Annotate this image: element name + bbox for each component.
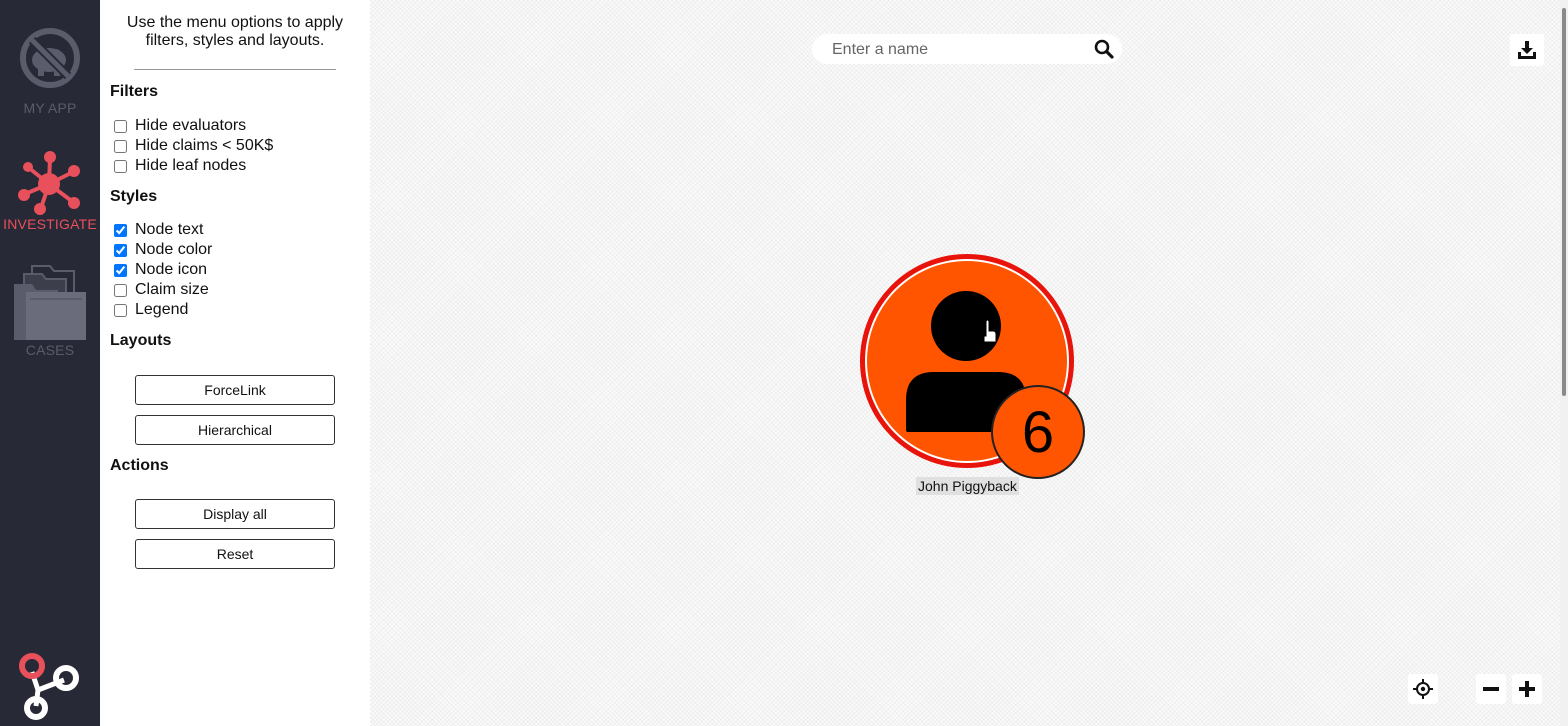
graph-node[interactable]: 6 [858,254,1088,484]
style-claim-size-checkbox[interactable] [114,283,127,297]
no-piggy-bank-icon [20,28,80,88]
filters-title: Filters [110,83,159,100]
filter-hide-claims-label: Hide claims < 50K$ [135,137,274,154]
nav-label-cases: CASES [25,342,75,358]
plus-icon [1519,681,1535,697]
filter-hide-claims-checkbox[interactable] [114,139,127,153]
style-node-color[interactable]: Node color [112,240,212,260]
options-panel: Use the menu options to apply filters, s… [100,0,370,726]
network-icon [18,151,80,215]
style-legend-label: Legend [135,301,189,318]
style-node-color-checkbox[interactable] [114,243,127,257]
style-node-color-label: Node color [135,241,213,258]
download-button[interactable] [1510,34,1544,66]
reset-button[interactable]: Reset [135,539,335,569]
graph-canvas[interactable]: 6 John Piggyback [370,0,1568,726]
style-legend[interactable]: Legend [112,300,188,320]
style-node-icon-label: Node icon [135,261,208,278]
nav-label-investigate: INVESTIGATE [3,216,97,232]
graph-logo-icon[interactable] [14,650,86,720]
nav-item-my-app[interactable]: MY APP [0,26,100,118]
style-node-text-checkbox[interactable] [114,223,127,237]
filter-hide-claims[interactable]: Hide claims < 50K$ [112,136,273,156]
style-legend-checkbox[interactable] [114,303,127,317]
style-node-text-label: Node text [135,221,204,238]
style-claim-size-label: Claim size [135,281,209,298]
locate-button[interactable] [1408,674,1438,704]
style-claim-size[interactable]: Claim size [112,280,209,300]
filter-hide-evaluators-label: Hide evaluators [135,117,247,134]
filter-hide-evaluators[interactable]: Hide evaluators [112,116,246,136]
node-badge-count: 6 [1022,400,1054,465]
display-all-button[interactable]: Display all [135,499,335,529]
scrollbar-thumb[interactable] [1562,8,1566,396]
filter-hide-leaf-nodes[interactable]: Hide leaf nodes [112,156,246,176]
panel-divider [134,69,336,70]
nav-item-cases[interactable]: CASES [0,262,100,360]
styles-title: Styles [110,188,158,205]
forcelink-layout-button[interactable]: ForceLink [135,375,335,405]
actions-title: Actions [110,457,169,474]
search-icon[interactable] [1094,39,1114,59]
app-nav-bar: MY APP INVESTIGATE CASES [0,0,100,726]
nav-item-investigate[interactable]: INVESTIGATE [0,150,100,234]
node-badge: 6 [991,385,1085,479]
hierarchical-layout-button[interactable]: Hierarchical [135,415,335,445]
layouts-title: Layouts [110,332,172,349]
download-icon [1518,41,1536,59]
zoom-out-button[interactable] [1476,674,1506,704]
crosshair-icon [1413,679,1433,699]
filter-hide-evaluators-checkbox[interactable] [114,119,127,133]
filter-hide-leaf-nodes-checkbox[interactable] [114,159,127,173]
minus-icon [1483,687,1499,691]
filter-hide-leaf-nodes-label: Hide leaf nodes [135,157,247,174]
nav-label-my-app: MY APP [23,100,77,116]
panel-intro-text: Use the menu options to apply filters, s… [126,14,344,49]
node-label: John Piggyback [916,477,1019,495]
search-input[interactable] [830,38,1084,62]
style-node-icon[interactable]: Node icon [112,260,207,280]
zoom-in-button[interactable] [1512,674,1542,704]
scrollbar[interactable] [1560,0,1568,726]
search-bar [812,34,1122,64]
style-node-icon-checkbox[interactable] [114,263,127,277]
style-node-text[interactable]: Node text [112,220,203,240]
folders-icon [14,265,86,340]
